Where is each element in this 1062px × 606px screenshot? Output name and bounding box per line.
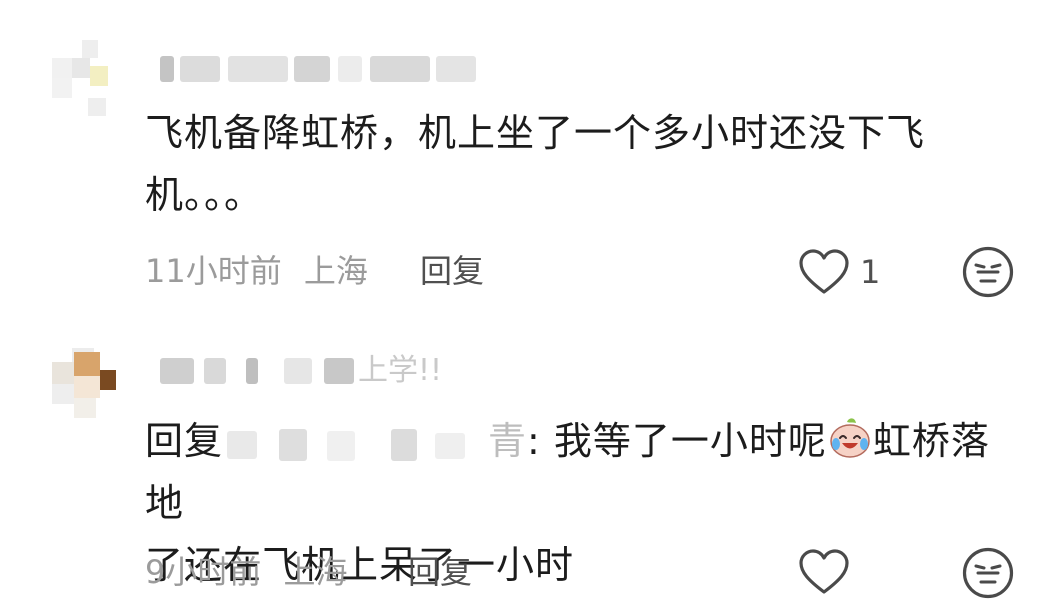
comment-text: 飞机备降虹桥，机上坐了一个多小时还没下飞机。。。 (145, 111, 926, 217)
reply-button[interactable]: 回复 (420, 251, 484, 291)
avatar[interactable] (52, 40, 116, 120)
avatar[interactable] (52, 348, 116, 428)
comment-time: 11小时前 (145, 252, 282, 290)
comment-meta: 11小时前 上海 (145, 251, 368, 291)
crying-laughing-emoji (830, 418, 870, 458)
username-blurred[interactable] (160, 52, 480, 86)
comment-time: 9小时前 (145, 553, 262, 591)
comment-location: 上海 (283, 553, 348, 591)
heart-outline-icon[interactable] (798, 548, 850, 596)
neutral-face-icon[interactable] (961, 245, 1015, 299)
username-suffix: 上学!! (358, 353, 443, 388)
comment-item: 上学!! 回复 青: 我等了一小时呢 虹桥落地 了还在飞机上呆了一小时 9小时前 … (0, 306, 1062, 606)
reply-body-part1: : 我等了一小时呢 (527, 419, 827, 463)
reply-target-blurred[interactable] (223, 427, 488, 461)
neutral-face-icon[interactable] (961, 546, 1015, 600)
reply-button[interactable]: 回复 (408, 552, 472, 592)
like-count: 1 (860, 253, 881, 291)
comment-item: 飞机备降虹桥，机上坐了一个多小时还没下飞机。。。 11小时前 上海 回复 1 (0, 0, 1062, 306)
reply-prefix: 回复 (145, 419, 224, 463)
comment-location: 上海 (303, 252, 368, 290)
comment-meta: 9小时前 上海 (145, 552, 348, 592)
heart-outline-icon (799, 249, 849, 294)
username-blurred[interactable] (160, 354, 360, 388)
reply-target-tail: 青 (488, 419, 528, 463)
like-button[interactable]: 1 (798, 246, 898, 296)
